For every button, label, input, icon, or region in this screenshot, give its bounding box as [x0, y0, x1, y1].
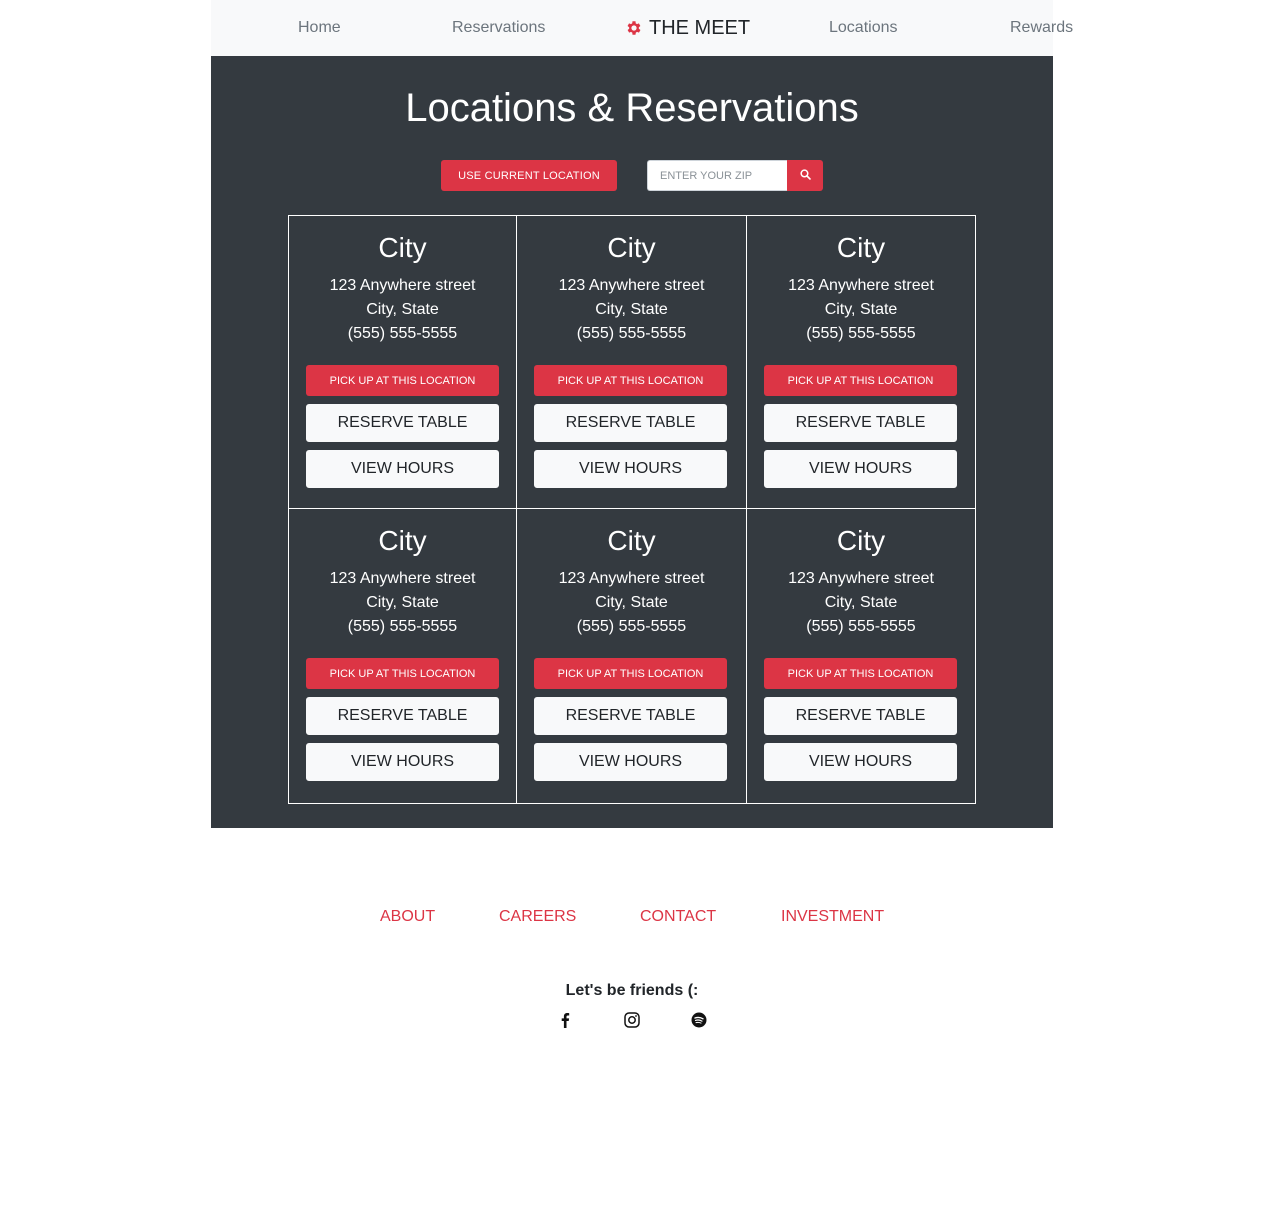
- location-card: City 123 Anywhere street City, State (55…: [747, 509, 976, 804]
- locations-grid: City 123 Anywhere street City, State (55…: [288, 215, 976, 804]
- location-city: City: [836, 232, 886, 263]
- pickup-button[interactable]: PICK UP AT THIS LOCATION: [306, 365, 499, 396]
- footer-about-link[interactable]: ABOUT: [380, 908, 435, 926]
- view-hours-button[interactable]: VIEW HOURS: [306, 743, 499, 781]
- social-heading: Let's be friends (:: [565, 982, 699, 999]
- location-city: City: [378, 525, 427, 556]
- zip-search-button[interactable]: [787, 160, 823, 191]
- nav-locations-link[interactable]: Locations: [829, 0, 898, 56]
- location-card: City 123 Anywhere street City, State (55…: [288, 215, 517, 509]
- top-navbar: Home Reservations THE MEET Locations Rew…: [211, 0, 1073, 56]
- reserve-table-button[interactable]: RESERVE TABLE: [306, 404, 499, 442]
- location-city-state: City, State: [366, 301, 439, 318]
- use-current-location-button[interactable]: USE CURRENT LOCATION: [441, 160, 617, 191]
- zip-input[interactable]: [647, 160, 788, 191]
- instagram-icon[interactable]: [624, 1012, 640, 1028]
- zip-search-group: [647, 160, 823, 191]
- reserve-table-button[interactable]: RESERVE TABLE: [764, 697, 957, 735]
- search-icon: [799, 168, 811, 183]
- location-phone: (555) 555-5555: [576, 618, 687, 635]
- location-street: 123 Anywhere street: [558, 277, 705, 294]
- pickup-button[interactable]: PICK UP AT THIS LOCATION: [764, 658, 957, 689]
- reserve-table-button[interactable]: RESERVE TABLE: [534, 404, 727, 442]
- footer-links: ABOUT CAREERS CONTACT INVESTMENT: [0, 908, 1264, 930]
- footer-careers-link[interactable]: CAREERS: [499, 908, 576, 926]
- footer-investment-link[interactable]: INVESTMENT: [781, 908, 884, 926]
- location-city-state: City, State: [366, 594, 439, 611]
- location-phone: (555) 555-5555: [806, 618, 916, 635]
- footer-contact-link[interactable]: CONTACT: [640, 908, 716, 926]
- nav-home-link[interactable]: Home: [298, 0, 341, 56]
- location-city: City: [378, 232, 427, 263]
- location-phone: (555) 555-5555: [347, 325, 458, 342]
- view-hours-button[interactable]: VIEW HOURS: [306, 450, 499, 488]
- reserve-table-button[interactable]: RESERVE TABLE: [306, 697, 499, 735]
- brand-link[interactable]: THE MEET: [625, 0, 750, 56]
- view-hours-button[interactable]: VIEW HOURS: [764, 450, 957, 488]
- location-city: City: [836, 525, 886, 556]
- location-city: City: [607, 525, 656, 556]
- location-card: City 123 Anywhere street City, State (55…: [288, 509, 517, 804]
- location-city-state: City, State: [595, 594, 668, 611]
- location-city: City: [607, 232, 656, 263]
- brand-name: THE MEET: [649, 17, 751, 39]
- reserve-table-button[interactable]: RESERVE TABLE: [764, 404, 957, 442]
- view-hours-button[interactable]: VIEW HOURS: [534, 743, 727, 781]
- pickup-button[interactable]: PICK UP AT THIS LOCATION: [306, 658, 499, 689]
- nav-reservations-link[interactable]: Reservations: [452, 0, 545, 56]
- location-street: 123 Anywhere street: [788, 277, 934, 294]
- location-card: City 123 Anywhere street City, State (55…: [747, 215, 976, 509]
- location-street: 123 Anywhere street: [329, 570, 476, 587]
- page-title: Locations & Reservations: [405, 86, 859, 130]
- locations-section: Locations & Reservations USE CURRENT LOC…: [211, 56, 1053, 828]
- reserve-table-button[interactable]: RESERVE TABLE: [534, 697, 727, 735]
- location-phone: (555) 555-5555: [806, 325, 916, 342]
- location-card: City 123 Anywhere street City, State (55…: [517, 215, 747, 509]
- pickup-button[interactable]: PICK UP AT THIS LOCATION: [534, 365, 727, 396]
- location-phone: (555) 555-5555: [347, 618, 458, 635]
- location-city-state: City, State: [595, 301, 668, 318]
- view-hours-button[interactable]: VIEW HOURS: [764, 743, 957, 781]
- location-city-state: City, State: [824, 301, 898, 318]
- spotify-icon[interactable]: [691, 1012, 707, 1028]
- location-street: 123 Anywhere street: [558, 570, 705, 587]
- pickup-button[interactable]: PICK UP AT THIS LOCATION: [534, 658, 727, 689]
- location-street: 123 Anywhere street: [329, 277, 476, 294]
- location-card: City 123 Anywhere street City, State (55…: [517, 509, 747, 804]
- gear-icon: [625, 3, 643, 59]
- nav-rewards-link[interactable]: Rewards: [1010, 0, 1073, 56]
- facebook-icon[interactable]: [557, 1012, 573, 1028]
- location-phone: (555) 555-5555: [576, 325, 687, 342]
- pickup-button[interactable]: PICK UP AT THIS LOCATION: [764, 365, 957, 396]
- location-street: 123 Anywhere street: [788, 570, 934, 587]
- location-city-state: City, State: [824, 594, 898, 611]
- view-hours-button[interactable]: VIEW HOURS: [534, 450, 727, 488]
